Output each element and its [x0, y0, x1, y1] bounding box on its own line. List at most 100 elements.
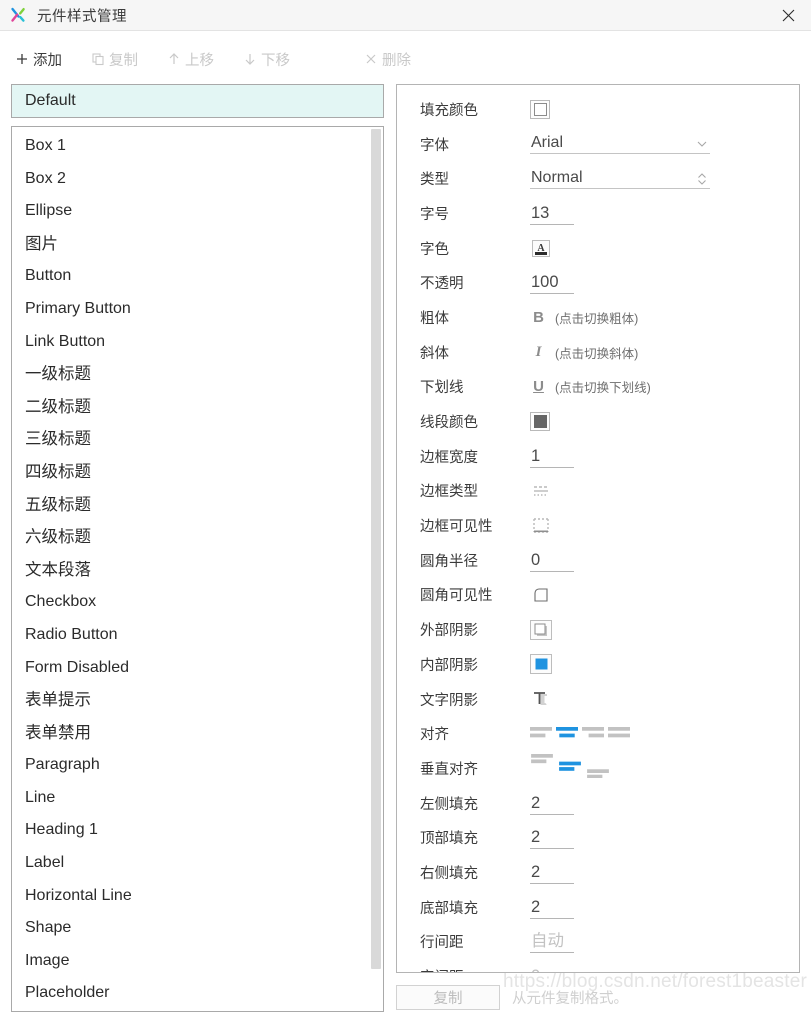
- list-item[interactable]: Link Button: [12, 326, 369, 359]
- property-number-input[interactable]: 2: [530, 792, 574, 815]
- list-item[interactable]: Paragraph: [12, 749, 369, 782]
- style-list-container: Box 1 Box 2 Ellipse 图片 Button Primary Button L…: [11, 126, 384, 1012]
- list-item[interactable]: 图片: [12, 228, 369, 261]
- border-visibility-icon[interactable]: [530, 516, 552, 536]
- property-number-input[interactable]: 1: [530, 445, 574, 468]
- copy-format-button-label: 复制: [433, 990, 463, 1007]
- property-control: [530, 647, 799, 682]
- list-item[interactable]: Vertical Line: [12, 1010, 369, 1011]
- copy-button[interactable]: 复制: [90, 49, 138, 70]
- copy-format-button[interactable]: 复制: [396, 984, 500, 1010]
- add-button[interactable]: 添加: [14, 49, 62, 70]
- arrow-down-icon: [242, 51, 258, 67]
- list-item[interactable]: Heading 1: [12, 814, 369, 847]
- property-number-input[interactable]: 自动: [530, 930, 574, 954]
- footer-bar: 复制 从元件复制格式。: [396, 973, 800, 1013]
- move-up-button[interactable]: 上移: [166, 49, 214, 70]
- list-item[interactable]: Image: [12, 945, 369, 978]
- close-icon[interactable]: [766, 0, 811, 31]
- property-label: 圆角可见性: [420, 588, 493, 605]
- list-item[interactable]: Horizontal Line: [12, 880, 369, 913]
- list-item[interactable]: Shape: [12, 912, 369, 945]
- property-control: [530, 404, 799, 439]
- inner-shadow-icon[interactable]: [530, 654, 552, 675]
- list-item[interactable]: Box 1: [12, 130, 369, 163]
- property-number-input[interactable]: 100: [530, 271, 574, 295]
- list-item[interactable]: 表单禁用: [12, 717, 369, 750]
- italic-icon[interactable]: I: [530, 344, 547, 360]
- property-number-input[interactable]: 0: [530, 549, 574, 572]
- list-item[interactable]: 三级标题: [12, 423, 369, 456]
- align-option-2[interactable]: [582, 725, 604, 743]
- property-row: 垂直对齐: [397, 751, 799, 786]
- property-row: 字体 Arial: [397, 127, 799, 162]
- underline-icon[interactable]: U: [530, 379, 547, 394]
- property-control: 2: [530, 890, 799, 925]
- list-item[interactable]: Radio Button: [12, 619, 369, 652]
- align-option-1[interactable]: [556, 725, 578, 743]
- list-item[interactable]: 一级标题: [12, 358, 369, 391]
- delete-button[interactable]: 删除: [363, 49, 411, 70]
- fill-color-swatch-icon[interactable]: [530, 99, 550, 119]
- outer-shadow-icon[interactable]: [530, 619, 552, 640]
- list-item[interactable]: Form Disabled: [12, 652, 369, 685]
- list-item[interactable]: 四级标题: [12, 456, 369, 489]
- list-item[interactable]: 表单提示: [12, 684, 369, 717]
- valign-option-2[interactable]: [586, 754, 610, 783]
- property-label: 文字阴影: [420, 692, 478, 709]
- property-number-input[interactable]: 0: [530, 965, 574, 972]
- property-label: 边框宽度: [420, 449, 478, 466]
- property-control: [530, 578, 799, 613]
- list-item[interactable]: Box 2: [12, 163, 369, 196]
- corner-radius-icon[interactable]: [530, 585, 552, 605]
- list-item[interactable]: 六级标题: [12, 521, 369, 554]
- list-item[interactable]: Checkbox: [12, 586, 369, 619]
- list-item[interactable]: Ellipse: [12, 195, 369, 228]
- list-item[interactable]: Button: [12, 260, 369, 293]
- default-style-label: Default: [25, 92, 76, 109]
- property-label: 字体: [420, 137, 449, 154]
- bold-icon[interactable]: B: [530, 310, 547, 325]
- align-option-0[interactable]: [530, 725, 552, 743]
- property-row: 内部阴影: [397, 647, 799, 682]
- property-label: 内部阴影: [420, 657, 478, 674]
- property-row: 边框类型: [397, 474, 799, 509]
- property-control: 13: [530, 196, 799, 231]
- property-number-input[interactable]: 2: [530, 826, 574, 850]
- property-select[interactable]: Arial: [530, 134, 710, 155]
- property-label: 外部阴影: [420, 623, 478, 640]
- property-control: [530, 751, 799, 786]
- list-item[interactable]: Placeholder: [12, 977, 369, 1010]
- property-label: 字间距: [397, 966, 530, 972]
- property-number-input[interactable]: 13: [530, 202, 574, 225]
- property-row: 对齐: [397, 716, 799, 751]
- list-item[interactable]: Primary Button: [12, 293, 369, 326]
- default-style-item[interactable]: Default: [11, 84, 384, 118]
- property-control: 自动: [530, 925, 799, 960]
- property-row: 左侧填充 2: [397, 786, 799, 821]
- move-down-button[interactable]: 下移: [242, 49, 290, 70]
- list-item[interactable]: 文本段落: [12, 554, 369, 587]
- property-select[interactable]: Normal: [530, 169, 710, 189]
- list-scrollbar[interactable]: [371, 129, 381, 1009]
- valign-option-0[interactable]: [530, 753, 554, 783]
- valign-option-1[interactable]: [558, 754, 582, 783]
- property-control: 2: [530, 820, 799, 855]
- list-scrollbar-thumb[interactable]: [371, 129, 381, 969]
- title-bar: 元件样式管理: [0, 0, 811, 31]
- border-style-dashed-icon[interactable]: [530, 481, 552, 501]
- list-item[interactable]: 五级标题: [12, 489, 369, 522]
- property-label: 类型: [420, 172, 449, 189]
- property-number-input[interactable]: 2: [530, 896, 574, 919]
- list-item[interactable]: Line: [12, 782, 369, 815]
- list-item[interactable]: 二级标题: [12, 391, 369, 424]
- font-color-a-icon[interactable]: A: [530, 238, 552, 258]
- property-control: [530, 682, 799, 717]
- property-select-value: Arial: [530, 134, 710, 155]
- window-title: 元件样式管理: [37, 8, 127, 25]
- text-shadow-icon[interactable]: [530, 689, 552, 709]
- align-option-3[interactable]: [608, 725, 630, 743]
- line-color-swatch-icon[interactable]: [530, 412, 550, 432]
- property-number-input[interactable]: 2: [530, 861, 574, 884]
- list-item[interactable]: Label: [12, 847, 369, 880]
